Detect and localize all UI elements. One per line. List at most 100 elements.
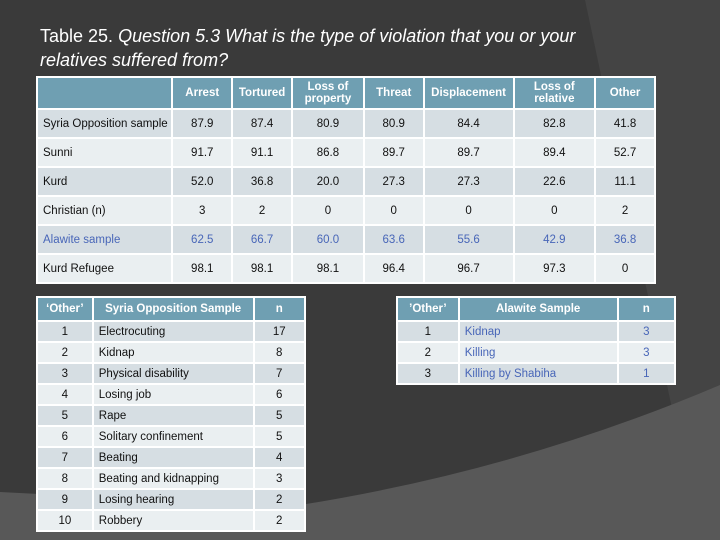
- rank: 10: [36, 509, 94, 532]
- row-label: Kurd Refugee: [35, 253, 174, 284]
- violation-item: Robbery: [91, 509, 255, 532]
- rank: 3: [396, 362, 460, 385]
- table-row: 5 Rape 5: [36, 404, 307, 427]
- count: 5: [252, 404, 307, 427]
- cell-value: 0: [594, 253, 656, 284]
- rank: 4: [36, 383, 94, 406]
- cell-value: 3: [171, 195, 234, 226]
- cell-value: 52.7: [594, 137, 656, 168]
- cell-value: 98.1: [231, 253, 294, 284]
- rank: 5: [36, 404, 94, 427]
- cell-value: 27.3: [362, 166, 425, 197]
- cell-value: 60.0: [291, 224, 365, 255]
- table-header-row: ‘Other’ Syria Opposition Sample n: [36, 296, 307, 322]
- cell-value: 97.3: [512, 253, 597, 284]
- cell-value: 36.8: [594, 224, 656, 255]
- count: 17: [252, 320, 307, 343]
- table-header-row: Arrest Tortured Loss of property Threat …: [35, 76, 656, 110]
- violation-item: Solitary confinement: [91, 425, 255, 448]
- table-row: 1 Kidnap 3: [396, 320, 677, 343]
- table-row: Kurd Refugee 98.1 98.1 98.1 96.4 96.7 97…: [35, 253, 656, 284]
- count: 5: [252, 425, 307, 448]
- row-label: Alawite sample: [35, 224, 174, 255]
- count: 7: [252, 362, 307, 385]
- table-row-alawite: Alawite sample 62.5 66.7 60.0 63.6 55.6 …: [35, 224, 656, 255]
- count: 3: [616, 341, 677, 364]
- column-header-blank: [35, 76, 174, 110]
- rank: 7: [36, 446, 94, 469]
- cell-value: 89.7: [422, 137, 515, 168]
- row-label: Sunni: [35, 137, 174, 168]
- column-header-loss-of-property: Loss of property: [291, 76, 365, 110]
- violation-item: Electrocuting: [91, 320, 255, 343]
- cell-value: 2: [231, 195, 294, 226]
- cell-value: 80.9: [291, 108, 365, 139]
- table-row: 3 Physical disability 7: [36, 362, 307, 385]
- cell-value: 20.0: [291, 166, 365, 197]
- column-header-other: Other: [594, 76, 656, 110]
- cell-value: 87.9: [171, 108, 234, 139]
- count: 1: [616, 362, 677, 385]
- cell-value: 36.8: [231, 166, 294, 197]
- row-label: Syria Opposition sample: [35, 108, 174, 139]
- cell-value: 66.7: [231, 224, 294, 255]
- violation-item: Losing job: [91, 383, 255, 406]
- column-header-tortured: Tortured: [231, 76, 294, 110]
- cell-value: 63.6: [362, 224, 425, 255]
- table-row: Sunni 91.7 91.1 86.8 89.7 89.7 89.4 52.7: [35, 137, 656, 168]
- column-header-loss-of-relative: Loss of relative: [512, 76, 597, 110]
- violation-item: Rape: [91, 404, 255, 427]
- table-row: 2 Killing 3: [396, 341, 677, 364]
- row-label: Christian (n): [35, 195, 174, 226]
- column-header-n: n: [616, 296, 677, 322]
- cell-value: 96.7: [422, 253, 515, 284]
- table-row: Syria Opposition sample 87.9 87.4 80.9 8…: [35, 108, 656, 139]
- table-row: Kurd 52.0 36.8 20.0 27.3 27.3 22.6 11.1: [35, 166, 656, 197]
- cell-value: 84.4: [422, 108, 515, 139]
- column-header-threat: Threat: [362, 76, 425, 110]
- cell-value: 52.0: [171, 166, 234, 197]
- count: 3: [616, 320, 677, 343]
- cell-value: 91.7: [171, 137, 234, 168]
- column-header-arrest: Arrest: [171, 76, 234, 110]
- cell-value: 89.4: [512, 137, 597, 168]
- column-header-n: n: [252, 296, 307, 322]
- cell-value: 42.9: [512, 224, 597, 255]
- cell-value: 0: [291, 195, 365, 226]
- count: 4: [252, 446, 307, 469]
- table-row: Christian (n) 3 2 0 0 0 0 2: [35, 195, 656, 226]
- table-row: 10 Robbery 2: [36, 509, 307, 532]
- violation-item: Killing by Shabiha: [457, 362, 619, 385]
- cell-value: 55.6: [422, 224, 515, 255]
- column-header-sample: Alawite Sample: [457, 296, 619, 322]
- row-label: Kurd: [35, 166, 174, 197]
- table-row: 3 Killing by Shabiha 1: [396, 362, 677, 385]
- rank: 2: [396, 341, 460, 364]
- count: 2: [252, 509, 307, 532]
- cell-value: 2: [594, 195, 656, 226]
- cell-value: 11.1: [594, 166, 656, 197]
- question-text: Question 5.3 What is the type of violati…: [40, 26, 576, 70]
- cell-value: 96.4: [362, 253, 425, 284]
- violation-type-table: Arrest Tortured Loss of property Threat …: [35, 76, 656, 284]
- cell-value: 62.5: [171, 224, 234, 255]
- table-row: 1 Electrocuting 17: [36, 320, 307, 343]
- rank: 1: [36, 320, 94, 343]
- cell-value: 82.8: [512, 108, 597, 139]
- cell-value: 80.9: [362, 108, 425, 139]
- cell-value: 89.7: [362, 137, 425, 168]
- table-row: 4 Losing job 6: [36, 383, 307, 406]
- cell-value: 0: [362, 195, 425, 226]
- count: 6: [252, 383, 307, 406]
- count: 8: [252, 341, 307, 364]
- violation-item: Kidnap: [457, 320, 619, 343]
- column-header-sample: Syria Opposition Sample: [91, 296, 255, 322]
- cell-value: 27.3: [422, 166, 515, 197]
- column-header-displacement: Displacement: [422, 76, 515, 110]
- cell-value: 0: [512, 195, 597, 226]
- table-row: 7 Beating 4: [36, 446, 307, 469]
- rank: 2: [36, 341, 94, 364]
- column-header-other: ‘Other’: [36, 296, 94, 322]
- cell-value: 98.1: [171, 253, 234, 284]
- rank: 6: [36, 425, 94, 448]
